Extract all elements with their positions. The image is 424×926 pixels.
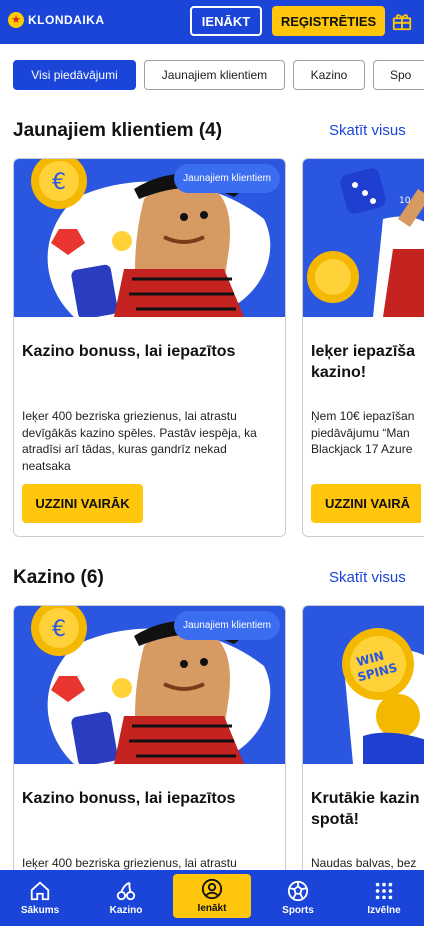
section-title: Kazino (6) [13,567,104,588]
tab-casino[interactable]: Kazino [293,60,365,90]
user-icon [201,878,223,900]
nav-label: Sākums [20,905,60,916]
filter-tabs: Visi piedāvājumi Jaunajiem klientiem Kaz… [13,60,424,90]
svg-text:10: 10 [399,196,411,206]
promo-card[interactable]: 10 Ieķer iepazīša kazino! Ņem 10€ iepazī… [302,158,424,537]
nav-label: Kazino [109,905,143,916]
learn-more-button[interactable]: UZZINI VAIRĀ [311,484,421,523]
nav-menu[interactable]: Izvēlne [344,870,424,926]
see-all-link[interactable]: Skatīt visus [329,122,406,139]
card-title: Krutākie kazin spotā! [311,790,420,828]
card-description: Ieķer 400 bezriska griezienus, lai atras… [22,409,257,473]
svg-text:€: € [52,170,66,195]
bottom-navigation: Sākums Kazino Ienākt Sports Izvēlne [0,870,424,926]
tab-all-offers[interactable]: Visi piedāvājumi [13,60,136,90]
cherry-icon [116,881,136,901]
ball-icon [287,880,309,902]
new-customers-badge: Jaunajiem klientiem [174,611,280,640]
nav-label: Sports [282,905,314,916]
nav-home[interactable]: Sākums [0,870,80,926]
login-button[interactable]: IENĀKT [190,6,262,36]
menu-grid-icon [375,882,393,900]
nav-casino[interactable]: Kazino [86,870,166,926]
promo-image: 10 [303,159,424,317]
card-description: Ņem 10€ iepazīšan piedāvājumu “Man Black… [311,409,415,456]
svg-text:€: € [52,617,66,642]
promo-image: € Jaunajiem klientiem [14,606,285,764]
home-icon [30,881,50,901]
promo-card[interactable]: € Jaunajiem klientiem Kazino bonuss, lai… [13,158,286,537]
nav-label: Ienākt [197,903,227,914]
card-title: Kazino bonuss, lai iepazītos [22,343,236,360]
promo-image: € Jaunajiem klientiem [14,159,285,317]
nav-label: Izvēlne [367,905,401,916]
new-customers-badge: Jaunajiem klientiem [174,164,280,193]
card-title: Kazino bonuss, lai iepazītos [22,790,236,807]
logo-text: KLONDAIKA [28,13,105,27]
nav-sports[interactable]: Sports [258,870,338,926]
learn-more-button[interactable]: UZZINI VAIRĀK [22,484,143,523]
tab-sports[interactable]: Spo [373,60,424,90]
logo[interactable]: ★ KLONDAIKA [8,12,105,28]
card-title: Ieķer iepazīša kazino! [311,343,416,381]
top-bar: ★ KLONDAIKA IENĀKT REĢISTRĒTIES [0,0,424,44]
see-all-link[interactable]: Skatīt visus [329,569,406,586]
promo-image: WIN SPINS [303,606,424,764]
nav-login[interactable]: Ienākt [173,874,251,918]
gift-icon[interactable] [391,10,413,32]
star-icon: ★ [8,12,24,28]
register-button[interactable]: REĢISTRĒTIES [272,6,385,36]
tab-new-customers[interactable]: Jaunajiem klientiem [144,60,285,90]
section-title: Jaunajiem klientiem (4) [13,120,223,141]
